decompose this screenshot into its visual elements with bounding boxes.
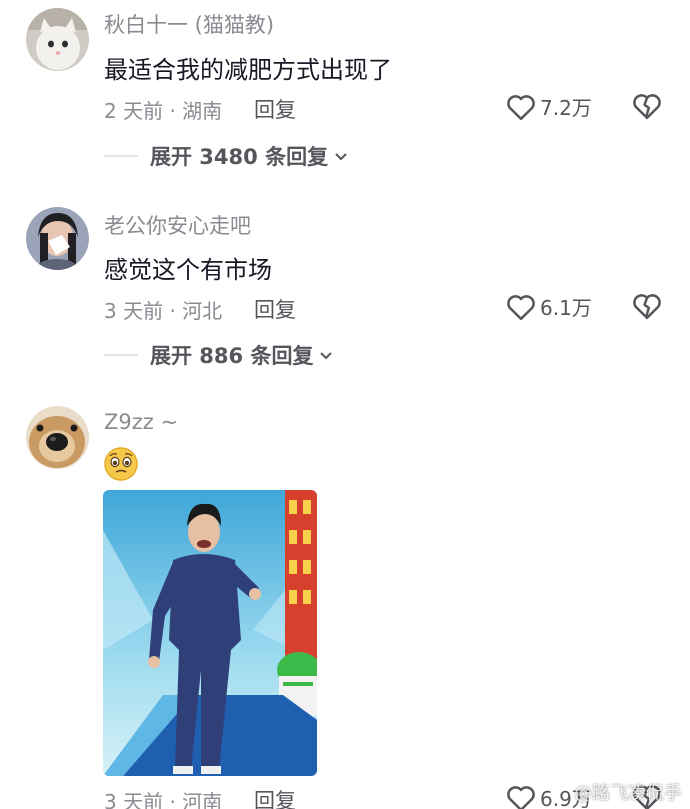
like-count: 7.2万: [540, 96, 592, 120]
broken-heart-icon: [633, 94, 661, 120]
avatar-dog[interactable]: [26, 406, 89, 469]
divider-line: [104, 155, 138, 157]
heart-icon: [507, 785, 535, 809]
expand-replies[interactable]: 展开 3480 条回复: [104, 141, 350, 171]
comment-username[interactable]: 老公你安心走吧: [104, 210, 251, 240]
like-button[interactable]: 7.2万: [506, 92, 592, 121]
emoji-sticker: [103, 446, 139, 482]
like-count: 6.1万: [540, 296, 592, 320]
like-button[interactable]: 6.1万: [506, 292, 592, 321]
dislike-button[interactable]: [632, 292, 662, 324]
broken-heart-icon: [633, 294, 661, 320]
comment-username[interactable]: 秋白十一 (猫猫教): [104, 9, 274, 39]
comment-meta: 2 天前 · 湖南: [104, 99, 223, 123]
avatar-cat[interactable]: [26, 8, 89, 71]
reply-button[interactable]: 回复: [254, 294, 296, 324]
avatar-user[interactable]: [26, 207, 89, 270]
reply-button[interactable]: 回复: [254, 94, 296, 124]
comment-meta: 3 天前 · 河北: [104, 299, 223, 323]
comment-text: 感觉这个有市场: [104, 256, 272, 284]
heart-icon: [507, 294, 535, 320]
chevron-down-icon: [320, 352, 333, 360]
chevron-down-icon: [335, 153, 347, 161]
comment-username[interactable]: Z9zz ~: [104, 410, 178, 434]
comment-text: 最适合我的减肥方式出现了: [104, 56, 392, 84]
expand-replies-label: 展开 3480 条回复: [150, 145, 329, 169]
comment-image[interactable]: [103, 490, 317, 776]
comment-meta: 3 天前 · 河南: [104, 790, 223, 809]
expand-replies-label: 展开 886 条回复: [150, 344, 314, 368]
heart-icon: [507, 94, 535, 120]
dislike-button[interactable]: [632, 92, 662, 124]
watermark: @路飞凑侃手: [574, 783, 682, 804]
reply-button[interactable]: 回复: [254, 785, 296, 809]
divider-line: [104, 354, 138, 356]
pleading-face-icon: [104, 447, 138, 481]
expand-replies[interactable]: 展开 886 条回复: [104, 340, 335, 370]
